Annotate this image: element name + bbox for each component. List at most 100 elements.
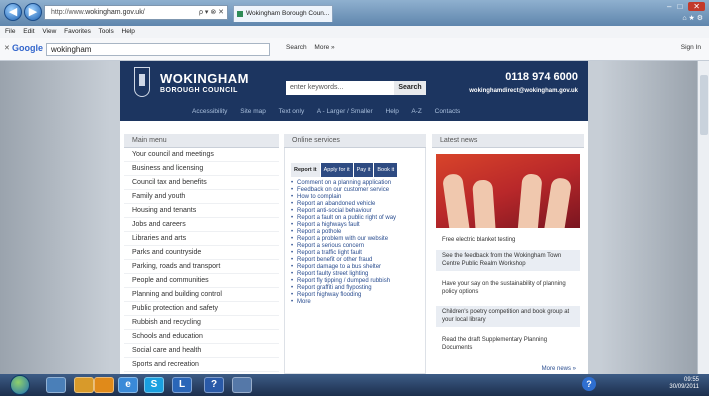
- address-controls[interactable]: ρ ▾ ⊗ ✕: [199, 6, 224, 19]
- internet-explorer-icon[interactable]: e: [118, 377, 138, 393]
- service-link[interactable]: Report a fault on a public right of way: [291, 215, 423, 222]
- tab-apply-for-it[interactable]: Apply for it: [320, 163, 353, 177]
- folder-icon[interactable]: [74, 377, 94, 393]
- menu-item[interactable]: Jobs and careers: [124, 218, 279, 232]
- menu-view[interactable]: View: [42, 28, 56, 35]
- news-item[interactable]: Free electric blanket testing: [436, 234, 580, 248]
- forward-button[interactable]: ▶: [24, 3, 42, 21]
- menu-item[interactable]: Planning and building control: [124, 288, 279, 302]
- menu-help[interactable]: Help: [122, 28, 135, 35]
- news-item[interactable]: Children's poetry competition and book g…: [436, 306, 580, 327]
- link-site-map[interactable]: Site map: [240, 108, 266, 115]
- site-name[interactable]: WOKINGHAM: [160, 71, 249, 86]
- back-button[interactable]: ◀: [4, 3, 22, 21]
- service-link[interactable]: Report highway flooding: [291, 292, 423, 299]
- service-link[interactable]: Report damage to a bus shelter: [291, 264, 423, 271]
- service-link[interactable]: Report graffiti and flyposting: [291, 285, 423, 292]
- window-controls: – □ ✕: [661, 2, 705, 11]
- service-link[interactable]: Feedback on our customer service: [291, 187, 423, 194]
- menu-item[interactable]: Parking, roads and transport: [124, 260, 279, 274]
- council-site: WOKINGHAM BOROUGH COUNCIL enter keywords…: [120, 61, 588, 374]
- tab-pay-it[interactable]: Pay it: [353, 163, 374, 177]
- service-link[interactable]: Report a serious concern: [291, 243, 423, 250]
- service-link[interactable]: Report a pothole: [291, 229, 423, 236]
- menu-bar: File Edit View Favorites Tools Help: [0, 26, 709, 38]
- browser-tab[interactable]: Wokingham Borough Coun...: [233, 5, 333, 22]
- site-search-input[interactable]: enter keywords...: [286, 81, 394, 95]
- menu-item[interactable]: Libraries and arts: [124, 232, 279, 246]
- menu-item[interactable]: Social care and health: [124, 344, 279, 358]
- menu-item[interactable]: Housing and tenants: [124, 204, 279, 218]
- site-header: WOKINGHAM BOROUGH COUNCIL enter keywords…: [120, 61, 588, 121]
- link-help[interactable]: Help: [386, 108, 399, 115]
- minimize-icon[interactable]: –: [667, 2, 671, 11]
- menu-favorites[interactable]: Favorites: [64, 28, 91, 35]
- menu-edit[interactable]: Edit: [23, 28, 34, 35]
- help-icon[interactable]: ?: [582, 377, 596, 391]
- home-icon[interactable]: ⌂ ★ ⚙: [682, 14, 703, 22]
- phone-number: 0118 974 6000: [505, 71, 578, 83]
- service-link[interactable]: Report anti-social behaviour: [291, 208, 423, 215]
- link-text-only[interactable]: Text only: [279, 108, 305, 115]
- start-button[interactable]: [10, 375, 30, 395]
- menu-item[interactable]: Business and licensing: [124, 162, 279, 176]
- maximize-icon[interactable]: □: [677, 2, 682, 11]
- service-link[interactable]: Report a problem with our website: [291, 236, 423, 243]
- news-item[interactable]: Have your say on the sustainability of p…: [436, 278, 580, 299]
- menu-item[interactable]: Public protection and safety: [124, 302, 279, 316]
- service-link[interactable]: How to complain: [291, 194, 423, 201]
- tab-report-it[interactable]: Report it: [291, 163, 320, 177]
- help-app-icon[interactable]: ?: [204, 377, 224, 393]
- menu-file[interactable]: File: [5, 28, 15, 35]
- news-photo[interactable]: [436, 154, 580, 228]
- explorer-icon[interactable]: [46, 377, 66, 393]
- google-search-button[interactable]: Search: [286, 44, 307, 51]
- link-text-size[interactable]: A - Larger / Smaller: [317, 108, 373, 115]
- more-news-link[interactable]: More news »: [542, 366, 576, 372]
- services-tabs: Report it Apply for it Pay it Book it: [291, 158, 398, 177]
- contact-email[interactable]: wokinghamdirect@wokingham.gov.uk: [469, 88, 578, 94]
- menu-item[interactable]: People and communities: [124, 274, 279, 288]
- media-icon[interactable]: [94, 377, 114, 393]
- link-accessibility[interactable]: Accessibility: [192, 108, 227, 115]
- vertical-scrollbar[interactable]: [697, 61, 709, 374]
- skype-icon[interactable]: S: [144, 377, 164, 393]
- menu-item[interactable]: Schools and education: [124, 330, 279, 344]
- service-link[interactable]: Report a traffic light fault: [291, 250, 423, 257]
- service-link[interactable]: Report an abandoned vehicle: [291, 201, 423, 208]
- council-crest-logo[interactable]: [134, 67, 150, 97]
- service-link[interactable]: Report faulty street lighting: [291, 271, 423, 278]
- service-link[interactable]: Comment on a planning application: [291, 180, 423, 187]
- sign-in-link[interactable]: Sign In: [681, 44, 701, 51]
- menu-item[interactable]: Your council and meetings: [124, 148, 279, 162]
- service-link[interactable]: Report a highways fault: [291, 222, 423, 229]
- link-contacts[interactable]: Contacts: [435, 108, 461, 115]
- news-item[interactable]: Read the draft Supplementary Planning Do…: [436, 334, 580, 355]
- menu-item[interactable]: Family and youth: [124, 190, 279, 204]
- address-bar[interactable]: http://www.wokingham.gov.uk/ ρ ▾ ⊗ ✕: [44, 5, 228, 20]
- calendar-icon[interactable]: [232, 377, 252, 393]
- scrollbar-thumb[interactable]: [700, 75, 708, 135]
- main-menu-heading: Main menu: [124, 134, 279, 148]
- service-link-more[interactable]: More: [291, 299, 423, 306]
- menu-item[interactable]: Council tax and benefits: [124, 176, 279, 190]
- menu-item[interactable]: Rubbish and recycling: [124, 316, 279, 330]
- url-prefix: http://www.: [51, 9, 86, 16]
- menu-item[interactable]: Sports and recreation: [124, 358, 279, 372]
- close-icon[interactable]: ✕: [688, 2, 705, 11]
- service-link[interactable]: Report fly tipping / dumped rubbish: [291, 278, 423, 285]
- menu-tools[interactable]: Tools: [99, 28, 114, 35]
- toolbar-close-icon[interactable]: ✕: [4, 44, 10, 52]
- clock-time: 09:55: [683, 377, 699, 383]
- news-item[interactable]: See the feedback from the Wokingham Town…: [436, 250, 580, 271]
- services-links: Comment on a planning application Feedba…: [291, 180, 423, 306]
- tab-book-it[interactable]: Book it: [374, 163, 398, 177]
- google-more-button[interactable]: More »: [314, 44, 334, 51]
- google-search-input[interactable]: wokingham: [46, 43, 270, 56]
- site-search-button[interactable]: Search: [394, 81, 426, 95]
- service-link[interactable]: Report benefit or other fraud: [291, 257, 423, 264]
- menu-item[interactable]: Parks and countryside: [124, 246, 279, 260]
- lync-icon[interactable]: L: [172, 377, 192, 393]
- link-a-z[interactable]: A-Z: [411, 108, 421, 115]
- system-clock[interactable]: 09:55 30/09/2011: [669, 377, 699, 391]
